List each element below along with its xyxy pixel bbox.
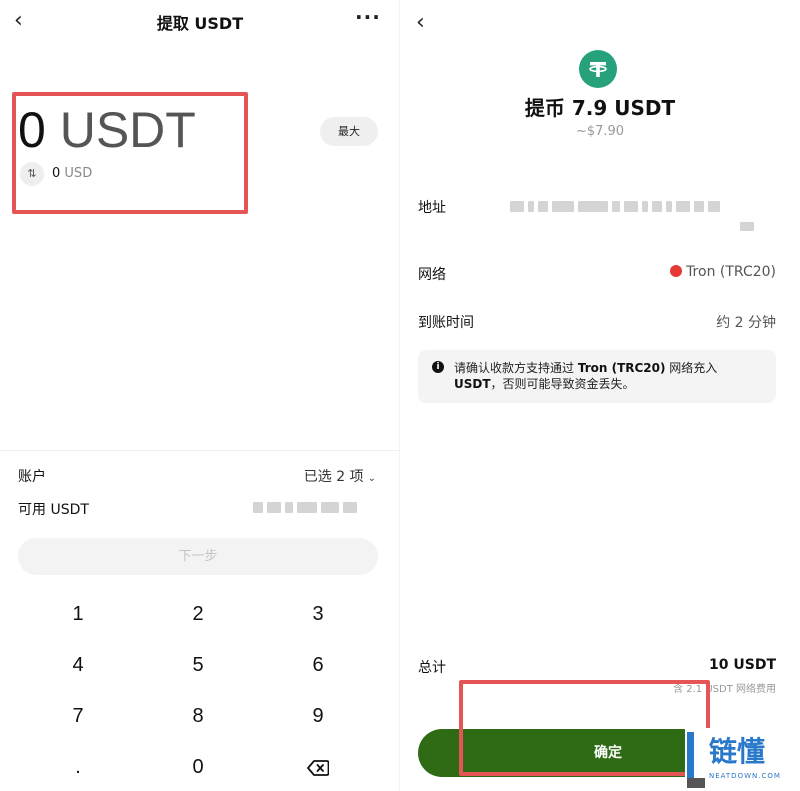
notice-mid: 网络充入 xyxy=(665,361,718,375)
total-label: 总计 xyxy=(418,660,446,676)
watermark-sub: NEATDOWN.COM xyxy=(709,772,781,780)
key-4[interactable]: 4 xyxy=(28,645,128,685)
key-6[interactable]: 6 xyxy=(268,645,368,685)
max-button[interactable]: 最大 xyxy=(320,117,378,146)
back-chevron-icon[interactable]: ‹ xyxy=(416,12,425,34)
notice-token: USDT xyxy=(454,377,491,391)
notice-pre: 请确认收款方支持通过 xyxy=(454,361,578,375)
address-label: 地址 xyxy=(418,200,446,216)
network-value: Tron (TRC20) xyxy=(670,264,776,280)
highlight-box-confirm xyxy=(459,680,710,776)
total-value: 10 USDT xyxy=(709,657,776,673)
network-label: 网络 xyxy=(418,267,446,283)
key-5[interactable]: 5 xyxy=(148,645,248,685)
account-selector[interactable]: 已选 2 项 ⌄ xyxy=(304,466,376,486)
watermark-text: 链懂 xyxy=(709,735,766,768)
arrival-time-value: 约 2 分钟 xyxy=(716,315,776,331)
withdraw-screen: ‹ 提取 USDT ··· 0 USDT 最大 ⇅ 0 USD 账户 已选 2 … xyxy=(0,0,400,791)
backspace-icon[interactable] xyxy=(268,747,368,787)
key-dot[interactable]: . xyxy=(28,747,128,787)
chevron-down-icon: ⌄ xyxy=(367,473,376,484)
key-1[interactable]: 1 xyxy=(28,594,128,634)
arrival-time-label: 到账时间 xyxy=(418,315,474,331)
more-dots-icon[interactable]: ··· xyxy=(355,5,381,29)
key-8[interactable]: 8 xyxy=(148,696,248,736)
network-name: Tron (TRC20) xyxy=(686,264,776,280)
watermark-logo: 链懂 NEATDOWN.COM xyxy=(685,728,800,791)
divider xyxy=(0,450,400,451)
account-label: 账户 xyxy=(18,469,46,485)
highlight-box-amount xyxy=(12,92,248,214)
key-9[interactable]: 9 xyxy=(268,696,368,736)
watermark-l-icon xyxy=(687,732,705,788)
next-button[interactable]: 下一步 xyxy=(18,538,378,575)
confirm-title: 提币 7.9 USDT xyxy=(524,96,676,120)
key-0[interactable]: 0 xyxy=(148,747,248,787)
blurred-address-line2 xyxy=(740,220,754,232)
usd-estimate: ~$7.90 xyxy=(575,124,625,139)
key-3[interactable]: 3 xyxy=(268,594,368,634)
tron-icon xyxy=(670,265,683,277)
tether-icon xyxy=(343,501,357,513)
available-label: 可用 USDT xyxy=(18,502,89,518)
blurred-address xyxy=(510,200,720,212)
confirm-screen: ‹ 提币 7.9 USDT ~$7.90 地址 网络 Tron (TRC20) … xyxy=(400,0,800,791)
tether-icon xyxy=(579,50,617,88)
notice-network: Tron (TRC20) xyxy=(577,361,666,375)
network-notice: i 请确认收款方支持通过 Tron (TRC20) 网络充入 USDT，否则可能… xyxy=(418,350,776,403)
key-7[interactable]: 7 xyxy=(28,696,128,736)
notice-post: ，否则可能导致资金丢失。 xyxy=(490,377,635,391)
page-title: 提取 USDT xyxy=(156,14,244,33)
notice-text: 请确认收款方支持通过 Tron (TRC20) 网络充入 USDT，否则可能导致… xyxy=(454,360,754,392)
key-2[interactable]: 2 xyxy=(148,594,248,634)
blurred-balance xyxy=(253,501,357,513)
account-value: 已选 2 项 xyxy=(303,469,364,485)
info-icon: i xyxy=(432,361,444,373)
